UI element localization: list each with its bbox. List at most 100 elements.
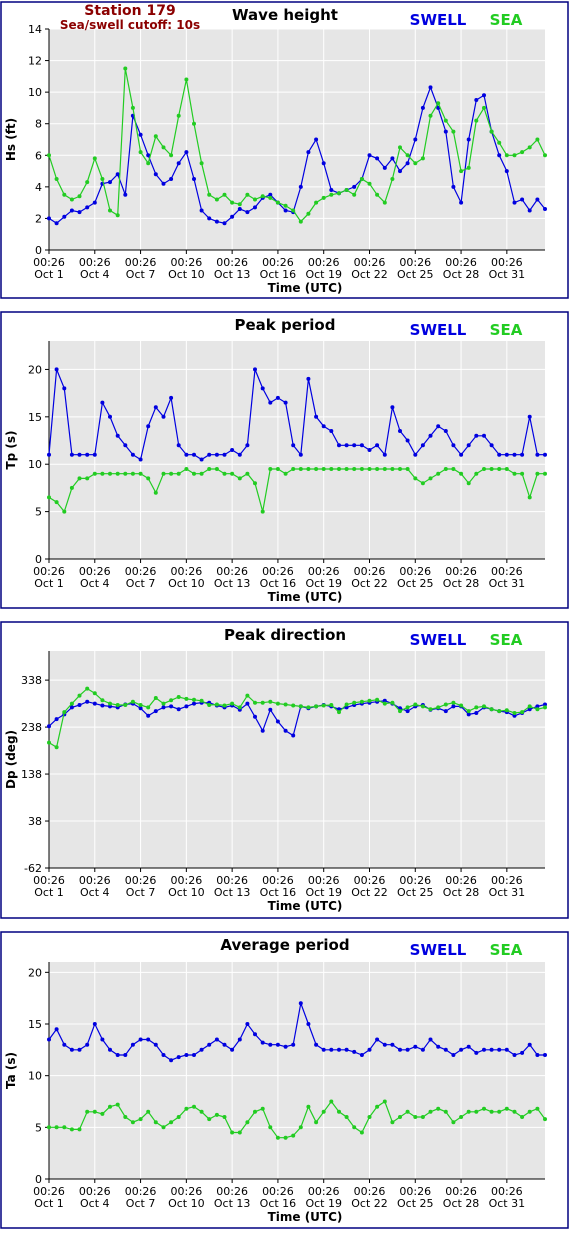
x-tick-date: Oct 31	[489, 886, 526, 899]
data-point-swell	[283, 208, 288, 213]
data-point-sea	[306, 211, 311, 216]
data-point-swell	[390, 405, 395, 410]
data-point-swell	[344, 1047, 349, 1052]
data-point-sea	[161, 471, 166, 476]
data-point-swell	[367, 1047, 372, 1052]
x-tick-date: Oct 7	[126, 577, 156, 590]
data-point-swell	[138, 132, 143, 137]
data-point-sea	[443, 702, 448, 707]
data-point-swell	[77, 452, 82, 457]
y-tick-label: 15	[28, 411, 42, 424]
data-point-sea	[443, 118, 448, 123]
data-point-swell	[176, 1055, 181, 1060]
data-point-swell	[436, 1044, 441, 1049]
data-point-sea	[69, 701, 74, 706]
data-point-sea	[108, 701, 112, 706]
data-point-sea	[375, 1104, 380, 1109]
data-point-sea	[92, 156, 97, 161]
data-point-swell	[314, 1042, 319, 1047]
chart-panel-3: 0510152000:26Oct 100:26Oct 400:26Oct 700…	[0, 931, 569, 1229]
data-point-swell	[337, 443, 341, 448]
data-point-sea	[85, 686, 90, 691]
data-point-sea	[291, 703, 296, 708]
data-point-swell	[543, 452, 547, 457]
data-point-sea	[428, 707, 433, 712]
y-tick-label: 10	[28, 1070, 42, 1083]
data-point-swell	[359, 1053, 364, 1057]
plot-area	[49, 651, 545, 868]
data-point-sea	[138, 150, 143, 155]
data-point-sea	[260, 509, 265, 514]
data-point-sea	[512, 711, 517, 715]
data-point-swell	[321, 424, 326, 429]
y-tick-label: 238	[21, 721, 42, 734]
data-point-swell	[535, 1053, 540, 1057]
data-point-sea	[199, 471, 204, 476]
data-point-swell	[314, 137, 319, 142]
data-point-sea	[230, 471, 235, 476]
data-point-sea	[268, 699, 273, 704]
x-tick-date: Oct 4	[80, 577, 110, 590]
data-point-sea	[520, 710, 525, 715]
data-point-swell	[260, 1040, 265, 1045]
data-point-swell	[466, 137, 471, 142]
data-point-sea	[199, 161, 204, 166]
data-point-sea	[62, 509, 67, 514]
data-point-sea	[321, 703, 326, 708]
data-point-sea	[489, 467, 494, 471]
data-point-sea	[283, 702, 288, 707]
data-point-swell	[306, 376, 311, 381]
data-point-sea	[344, 467, 349, 471]
data-point-sea	[436, 471, 441, 476]
data-point-swell	[184, 150, 189, 155]
data-point-sea	[169, 471, 174, 476]
data-point-sea	[214, 702, 219, 707]
data-point-sea	[230, 701, 235, 706]
data-point-sea	[420, 1115, 425, 1119]
data-point-sea	[47, 495, 51, 500]
data-point-swell	[108, 414, 112, 419]
data-point-sea	[123, 1115, 128, 1119]
data-point-swell	[214, 219, 219, 224]
data-point-swell	[466, 443, 471, 448]
data-point-swell	[123, 1053, 128, 1057]
data-point-swell	[62, 1042, 67, 1047]
data-point-swell	[443, 1047, 448, 1052]
data-point-swell	[207, 1042, 212, 1047]
data-point-sea	[253, 197, 257, 202]
data-point-sea	[130, 105, 135, 110]
data-point-swell	[497, 1047, 502, 1052]
data-point-sea	[291, 208, 296, 213]
x-tick-date: Oct 10	[168, 577, 205, 590]
data-point-swell	[275, 395, 280, 400]
data-point-swell	[184, 704, 189, 709]
plot-area	[49, 962, 545, 1179]
data-point-swell	[359, 443, 364, 448]
data-point-swell	[283, 1044, 288, 1049]
data-point-sea	[482, 704, 486, 709]
data-point-swell	[504, 452, 509, 457]
data-point-sea	[352, 467, 357, 471]
data-point-swell	[390, 1042, 395, 1047]
data-point-swell	[77, 1047, 82, 1052]
data-point-sea	[298, 219, 303, 224]
legend-sea: SEA	[490, 321, 523, 339]
data-point-sea	[306, 1104, 311, 1109]
data-point-sea	[306, 467, 311, 471]
data-point-sea	[130, 471, 135, 476]
data-point-swell	[92, 452, 97, 457]
x-axis-label: Time (UTC)	[268, 590, 343, 604]
data-point-swell	[428, 85, 433, 90]
data-point-swell	[199, 457, 204, 462]
x-tick-date: Oct 1	[34, 1197, 64, 1210]
x-tick-date: Oct 22	[351, 1197, 388, 1210]
data-point-sea	[169, 698, 174, 703]
data-point-swell	[169, 1058, 174, 1063]
data-point-swell	[85, 205, 90, 210]
data-point-sea	[138, 471, 143, 476]
data-point-swell	[100, 400, 105, 405]
x-tick-date: Oct 22	[351, 886, 388, 899]
data-point-sea	[237, 202, 242, 207]
data-point-sea	[237, 705, 242, 710]
data-point-swell	[482, 93, 486, 98]
